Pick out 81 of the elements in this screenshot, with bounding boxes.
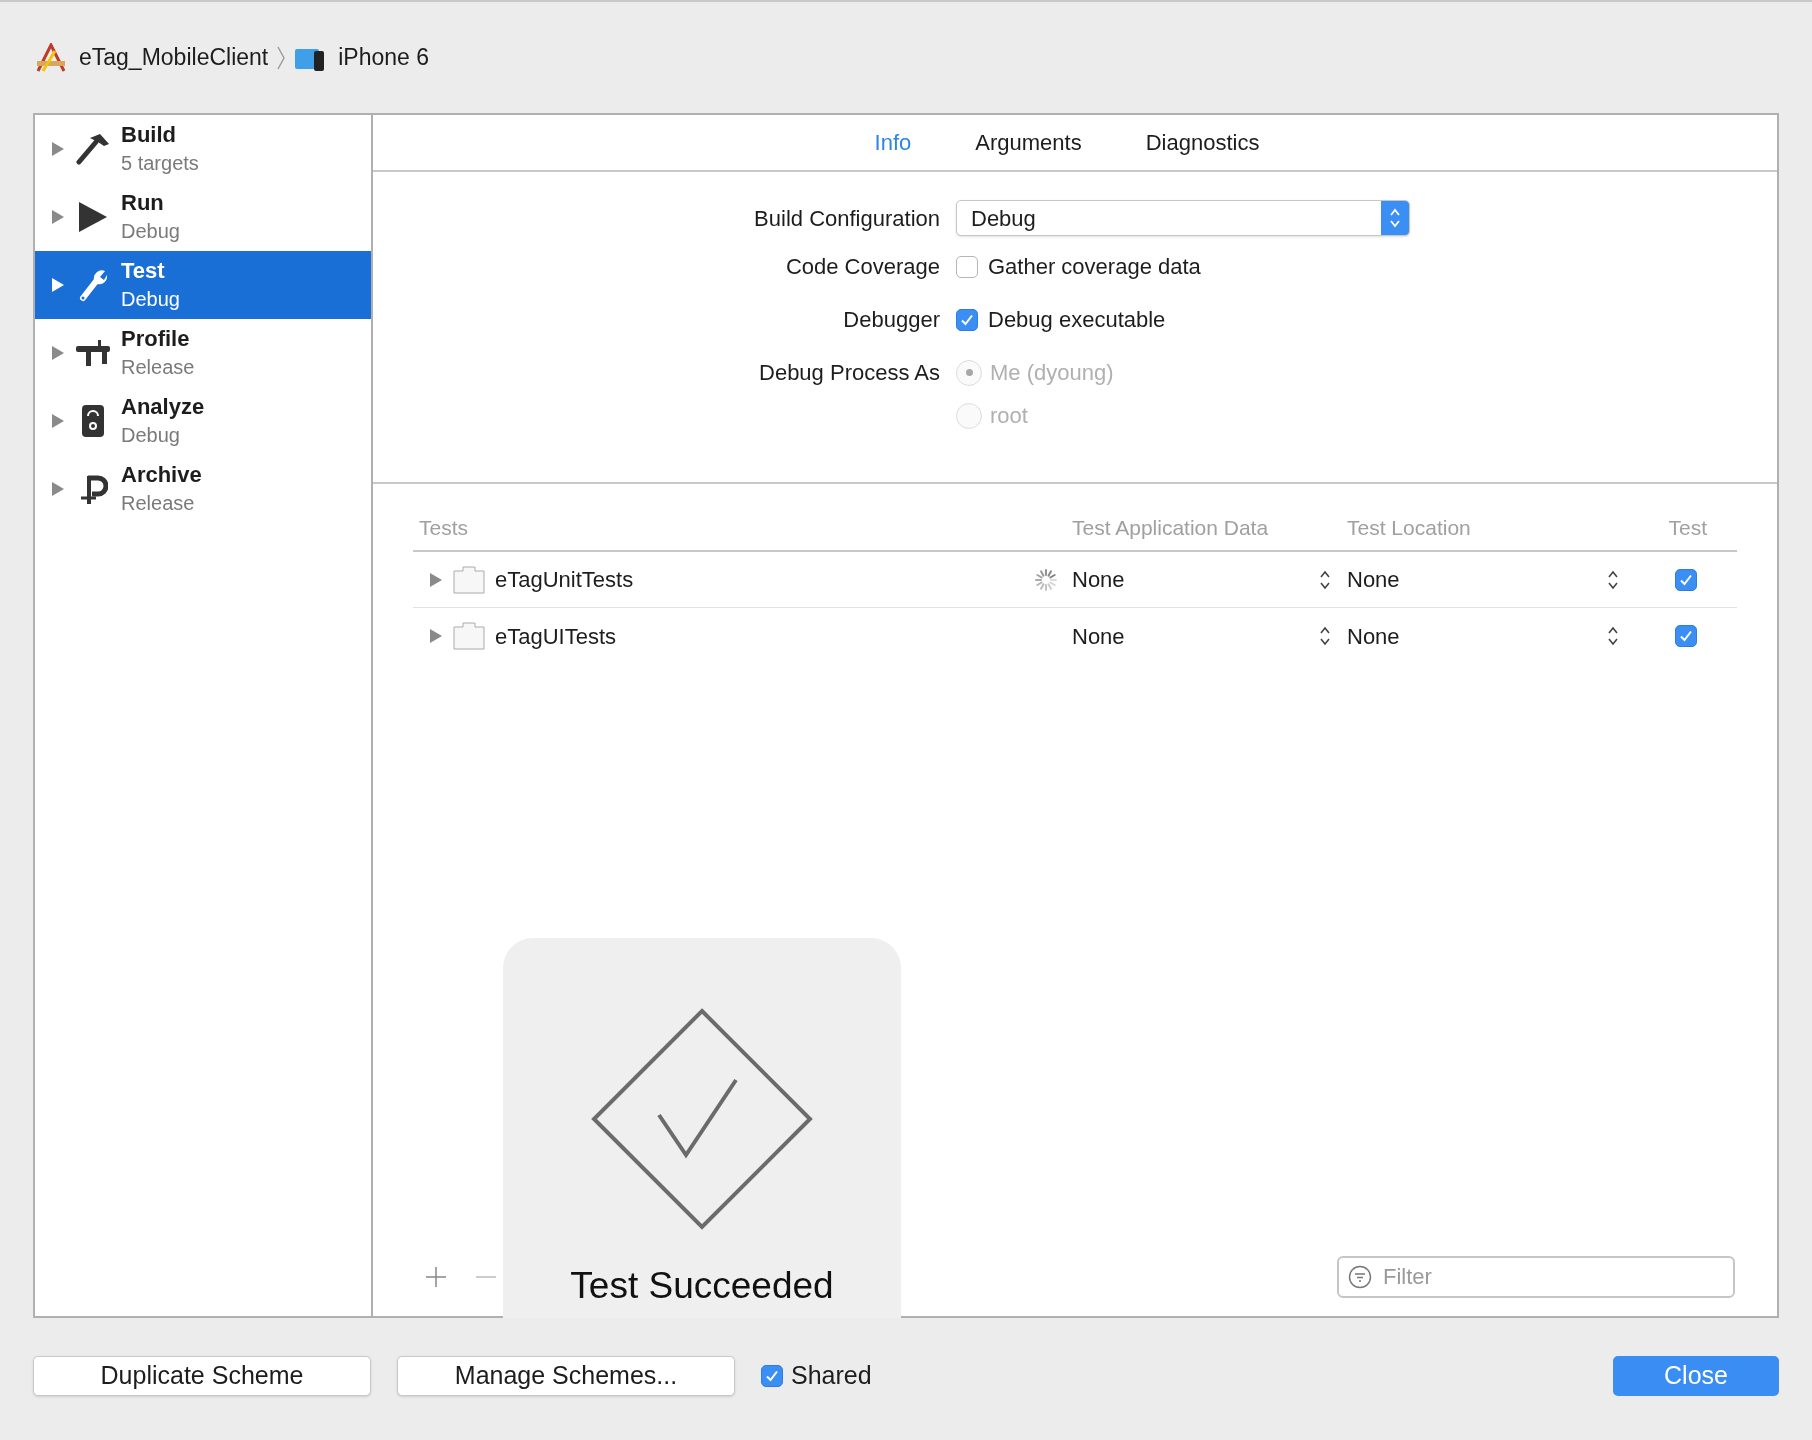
build-configuration-dropdown[interactable]: Debug — [956, 200, 1410, 236]
updown-icon — [1319, 626, 1331, 646]
updown-icon — [1319, 569, 1331, 590]
play-icon — [77, 200, 109, 234]
updown-icon — [1607, 569, 1619, 590]
action-title: Test — [121, 257, 166, 285]
field-label: Code Coverage — [784, 253, 940, 281]
column-header: Test Application Data — [1072, 515, 1270, 542]
tab[interactable]: Diagnostics — [1145, 126, 1260, 159]
action-title: Analyze — [121, 393, 205, 421]
action-title: Build — [121, 121, 177, 149]
action-subtitle: Debug — [121, 423, 181, 448]
action-subtitle: Debug — [121, 287, 180, 312]
field-label: Build Configuration — [753, 204, 940, 233]
footer-button[interactable]: Manage Schemes... — [397, 1356, 735, 1396]
checkbox[interactable] — [1675, 625, 1697, 647]
column-header: Test — [1668, 515, 1708, 542]
checkbox[interactable] — [761, 1365, 783, 1387]
action-title: Profile — [121, 325, 191, 353]
action-subtitle: Debug — [121, 219, 180, 244]
checkbox[interactable] — [1675, 568, 1697, 591]
test-name: eTagUITests — [495, 622, 617, 651]
chevron-icon — [276, 44, 287, 71]
checkmark-icon — [960, 312, 974, 327]
breadcrumb-item[interactable]: iPhone 6 — [338, 40, 430, 75]
checkbox-label: Shared — [791, 1360, 872, 1392]
scheme-action-item[interactable]: Test Debug — [35, 251, 371, 319]
scheme-action-item[interactable]: Build 5 targets — [35, 115, 371, 183]
wrench-icon — [78, 268, 108, 302]
scheme-action-item[interactable]: Analyze Debug — [35, 387, 371, 455]
checkmark-icon — [1679, 572, 1693, 587]
test-bundle-icon — [453, 622, 485, 650]
checkbox[interactable] — [956, 308, 978, 331]
updown-icon — [1607, 626, 1619, 646]
scheme-action-item[interactable]: Profile Release — [35, 319, 371, 387]
field-label: Debug Process As — [758, 359, 940, 387]
scheme-action-item[interactable]: Archive Release — [35, 455, 371, 523]
action-title: Archive — [121, 461, 202, 489]
filter-icon — [1348, 1265, 1372, 1289]
disclosure-triangle-icon[interactable] — [51, 209, 65, 225]
caliper-icon — [76, 338, 110, 368]
tab[interactable]: Info — [874, 126, 912, 159]
radio-label: Me (dyoung) — [990, 359, 1114, 387]
disclosure-triangle-icon[interactable] — [429, 571, 443, 588]
field-label: Debugger — [842, 306, 940, 334]
disclosure-triangle-icon[interactable] — [51, 413, 65, 429]
location-popup[interactable]: None — [1347, 619, 1639, 653]
disclosure-triangle-icon[interactable] — [51, 277, 65, 293]
disclosure-triangle-icon[interactable] — [51, 345, 65, 361]
action-subtitle: 5 targets — [121, 151, 199, 176]
breadcrumb-item[interactable]: eTag_MobileClient — [79, 40, 269, 75]
disclosure-triangle-icon[interactable] — [51, 481, 65, 497]
app-icon — [35, 42, 67, 73]
checkbox[interactable] — [956, 255, 978, 278]
checkbox-label: Debug executable — [988, 306, 1166, 334]
hammer-icon — [76, 132, 110, 166]
multimeter-icon — [81, 404, 105, 438]
checkbox-label: Gather coverage data — [988, 253, 1201, 281]
disclosure-triangle-icon[interactable] — [51, 141, 65, 157]
column-header: Tests — [418, 515, 469, 542]
disclosure-triangle-icon[interactable] — [429, 628, 443, 644]
action-title: Run — [121, 189, 165, 217]
filter-field[interactable]: Filter — [1337, 1256, 1735, 1298]
tab[interactable]: Arguments — [975, 126, 1082, 159]
app-data-popup[interactable]: None — [1072, 563, 1347, 596]
action-subtitle: Release — [121, 491, 196, 516]
app-data-popup[interactable]: None — [1072, 619, 1347, 653]
hud-message: Test Succeeded — [570, 1264, 834, 1308]
stepper-icon — [1381, 201, 1409, 235]
checkmark-diamond-icon — [591, 1008, 813, 1230]
location-popup[interactable]: None — [1347, 563, 1639, 596]
action-subtitle: Release — [121, 355, 195, 380]
radio-label: root — [990, 402, 1028, 430]
test-name: eTagUnitTests — [495, 566, 634, 594]
checkmark-icon — [765, 1369, 779, 1383]
column-header: Test Location — [1347, 515, 1472, 542]
checkmark-icon — [1679, 629, 1693, 643]
footer-button[interactable]: Duplicate Scheme — [33, 1356, 371, 1396]
scheme-action-item[interactable]: Run Debug — [35, 183, 371, 251]
add-icon[interactable] — [425, 1266, 447, 1288]
test-bundle-icon — [453, 565, 485, 594]
